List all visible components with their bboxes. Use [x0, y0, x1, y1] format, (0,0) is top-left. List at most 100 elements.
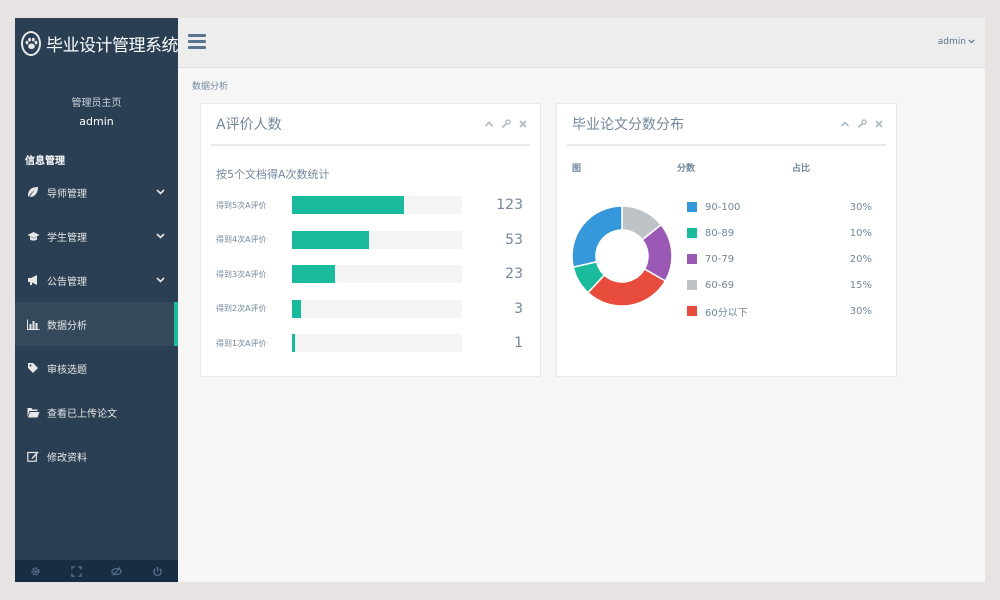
sidebar-item-data-analysis[interactable]: 数据分析	[15, 302, 178, 346]
column-header-ratio: 占比	[792, 164, 811, 174]
chevron-up-icon[interactable]	[840, 119, 850, 129]
wrench-icon[interactable]	[501, 119, 511, 129]
stat-value: 123	[496, 197, 523, 214]
sidebar-item-uploaded-papers[interactable]: 查看已上传论文	[15, 390, 178, 434]
progress-fill	[292, 334, 296, 353]
stat-row: 得到3次A评价 23	[201, 257, 540, 292]
profile-name: admin	[79, 115, 114, 128]
sidebar-item-label: 审核选题	[47, 364, 87, 376]
sidebar-item-student-management[interactable]: 学生管理	[15, 214, 178, 258]
eye-slash-icon[interactable]	[111, 562, 123, 581]
stat-value: 53	[505, 231, 523, 248]
tag-icon	[26, 362, 40, 374]
stat-row: 得到5次A评价 123	[201, 188, 540, 223]
top-nav: admin	[178, 18, 985, 68]
menu-toggle-icon[interactable]	[188, 34, 206, 50]
brand[interactable]: 毕业设计管理系统	[15, 18, 179, 68]
app-title: 毕业设计管理系统	[46, 35, 179, 56]
chevron-down-icon	[156, 189, 166, 195]
stat-value: 3	[514, 300, 523, 317]
column-header-chart: 图	[572, 164, 582, 174]
a-rating-panel: A评价人数 按5个文档得A次数统计 得到5次A评价 123 得到4次A评价 53…	[200, 103, 541, 377]
progress-track	[292, 230, 462, 249]
donut-svg	[571, 205, 673, 307]
panel-subtitle: 按5个文档得A次数统计	[216, 168, 330, 181]
progress-fill	[292, 230, 369, 249]
sidebar-item-teacher-management[interactable]: 导师管理	[15, 170, 178, 214]
table-header: 图 分数 占比	[557, 146, 896, 182]
sidebar-item-label: 学生管理	[47, 232, 87, 244]
legend-item: 70-79 20%	[687, 246, 872, 272]
legend-swatch	[687, 306, 697, 316]
legend-item: 60分以下 30%	[687, 298, 872, 324]
stat-row: 得到2次A评价 3	[201, 292, 540, 327]
edit-icon	[26, 450, 40, 462]
profile-role: 管理员主页	[71, 98, 122, 109]
sidebar-item-label: 查看已上传论文	[47, 408, 117, 420]
progress-track	[292, 196, 462, 215]
chevron-down-icon	[156, 233, 166, 239]
progress-fill	[292, 265, 335, 284]
wrench-icon[interactable]	[857, 119, 867, 129]
legend-label: 70-79	[705, 253, 735, 265]
chevron-down-icon	[968, 37, 975, 47]
close-icon[interactable]	[518, 119, 528, 129]
chevron-up-icon[interactable]	[484, 119, 494, 129]
legend-swatch	[687, 228, 697, 238]
legend-item: 60-69 15%	[687, 272, 872, 298]
donut-chart	[571, 198, 673, 318]
chart-legend: 90-100 30% 80-89 10% 70-79 20% 60-69 15% 60分以下 30…	[687, 194, 872, 324]
sidebar-menu: 导师管理 学生管理 公告管理 数据分析 审核选题 查看已上传论文 修改资料	[15, 170, 178, 478]
leaf-icon	[26, 186, 40, 198]
sidebar-footer	[15, 560, 178, 582]
progress-track	[292, 299, 462, 318]
progress-fill	[292, 299, 301, 318]
graduation-cap-icon	[26, 231, 40, 242]
stat-row: 得到4次A评价 53	[201, 223, 540, 258]
progress-track	[292, 334, 462, 353]
legend-percent: 30%	[849, 305, 872, 317]
legend-swatch	[687, 202, 697, 212]
profile-block: 管理员主页 admin	[15, 68, 178, 140]
user-dropdown[interactable]: admin	[938, 37, 975, 47]
sidebar-item-label: 公告管理	[47, 276, 87, 288]
stat-value: 23	[505, 266, 523, 283]
legend-item: 90-100 30%	[687, 194, 872, 220]
stat-label: 得到3次A评价	[216, 269, 267, 279]
breadcrumb: 数据分析	[192, 82, 229, 92]
power-icon[interactable]	[152, 562, 163, 581]
legend-label: 60-69	[705, 279, 735, 291]
stat-label: 得到4次A评价	[216, 235, 267, 245]
legend-percent: 10%	[849, 227, 872, 239]
legend-label: 90-100	[705, 201, 741, 213]
panel-tools	[484, 119, 530, 129]
legend-label: 80-89	[705, 227, 735, 239]
stat-value: 1	[514, 335, 523, 352]
panel-header: A评价人数	[211, 104, 530, 146]
chevron-down-icon	[156, 277, 166, 283]
legend-percent: 30%	[849, 201, 872, 213]
stat-row: 得到1次A评价 1	[201, 326, 540, 361]
legend-percent: 20%	[849, 253, 872, 265]
legend-swatch	[687, 280, 697, 290]
sidebar-item-review-topics[interactable]: 审核选题	[15, 346, 178, 390]
panel-title: 毕业论文分数分布	[572, 117, 684, 133]
folder-open-icon	[26, 407, 40, 418]
sidebar: 毕业设计管理系统 管理员主页 admin 信息管理 导师管理 学生管理 公告管理…	[15, 18, 179, 582]
gear-icon[interactable]	[30, 562, 41, 581]
bullhorn-icon	[26, 274, 40, 286]
sidebar-item-edit-profile[interactable]: 修改资料	[15, 434, 178, 478]
legend-percent: 15%	[849, 279, 872, 291]
sidebar-item-announcement-management[interactable]: 公告管理	[15, 258, 178, 302]
sidebar-item-label: 导师管理	[47, 188, 87, 200]
stat-label: 得到1次A评价	[216, 338, 267, 348]
legend-item: 80-89 10%	[687, 220, 872, 246]
panel-header: 毕业论文分数分布	[567, 104, 886, 146]
legend-swatch	[687, 254, 697, 264]
sidebar-item-label: 数据分析	[47, 320, 87, 332]
panel-tools	[840, 119, 886, 129]
fullscreen-icon[interactable]	[70, 562, 82, 581]
user-dropdown-label: admin	[937, 37, 966, 47]
paw-icon	[21, 30, 41, 56]
close-icon[interactable]	[874, 119, 884, 129]
